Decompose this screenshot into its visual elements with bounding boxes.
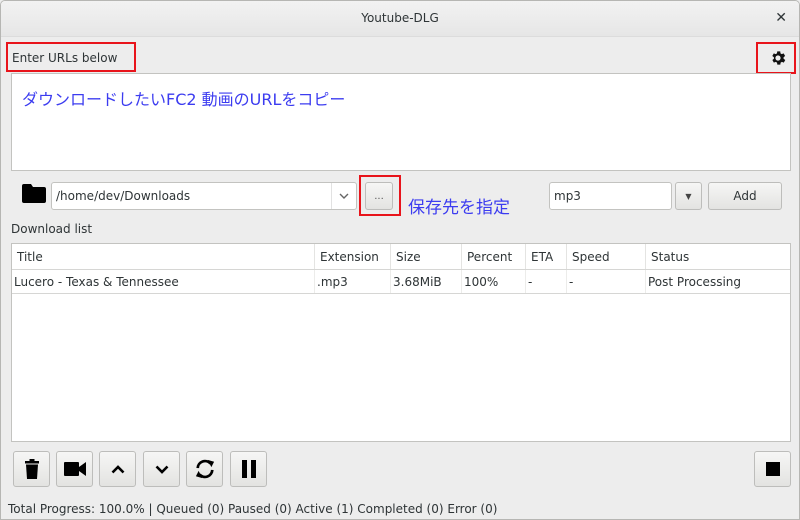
move-up-button[interactable] bbox=[99, 451, 136, 487]
trash-icon bbox=[24, 459, 39, 479]
cell-speed: - bbox=[567, 270, 646, 293]
caret-down-icon: ▼ bbox=[685, 191, 692, 201]
format-value: mp3 bbox=[554, 189, 581, 203]
download-path-combo[interactable]: /home/dev/Downloads bbox=[51, 182, 357, 210]
url-input-area[interactable]: ダウンロードしたいFC2 動画のURLをコピー bbox=[11, 73, 791, 171]
download-path-value: /home/dev/Downloads bbox=[56, 189, 191, 203]
app-window: Youtube-DLG ✕ Enter URLs below ダウンロードしたい… bbox=[0, 0, 800, 520]
stop-icon bbox=[765, 462, 780, 476]
cell-size: 3.68MiB bbox=[391, 270, 462, 293]
move-down-button[interactable] bbox=[143, 451, 180, 487]
folder-icon bbox=[22, 184, 46, 203]
chevron-down-icon[interactable] bbox=[331, 183, 356, 209]
video-camera-icon bbox=[63, 462, 86, 476]
cell-status: Post Processing bbox=[648, 274, 741, 289]
chevron-down-icon bbox=[155, 465, 168, 474]
chevron-up-icon bbox=[111, 464, 124, 473]
column-header-status[interactable]: Status bbox=[646, 244, 790, 269]
play-video-button[interactable] bbox=[56, 451, 93, 487]
add-button[interactable]: Add bbox=[708, 182, 782, 210]
window-title: Youtube-DLG bbox=[361, 11, 439, 25]
cell-percent: 100% bbox=[462, 270, 526, 293]
column-header-percent[interactable]: Percent bbox=[462, 244, 526, 269]
pause-button[interactable] bbox=[230, 451, 267, 487]
annotation-box-settings bbox=[756, 42, 796, 74]
column-header-eta[interactable]: ETA bbox=[526, 244, 567, 269]
close-button[interactable]: ✕ bbox=[775, 10, 787, 26]
cell-extension: .mp3 bbox=[315, 270, 391, 293]
status-bar: Total Progress: 100.0% | Queued (0) Paus… bbox=[8, 502, 498, 516]
column-header-speed[interactable]: Speed bbox=[567, 244, 646, 269]
annotation-box-url-label bbox=[6, 42, 136, 72]
format-dropdown-button[interactable]: ▼ bbox=[675, 182, 702, 210]
title-bar: Youtube-DLG ✕ bbox=[1, 1, 799, 37]
table-header: Title Extension Size Percent ETA Speed S… bbox=[12, 244, 790, 270]
download-list-table[interactable]: Title Extension Size Percent ETA Speed S… bbox=[11, 243, 791, 442]
annotation-note: 保存先を指定 bbox=[408, 198, 510, 218]
column-header-size[interactable]: Size bbox=[391, 244, 462, 269]
cell-title: Lucero - Texas & Tennessee bbox=[12, 270, 315, 293]
refresh-icon bbox=[195, 459, 214, 479]
close-icon: ✕ bbox=[775, 10, 787, 26]
column-header-extension[interactable]: Extension bbox=[315, 244, 391, 269]
column-header-title[interactable]: Title bbox=[12, 244, 315, 269]
format-combo[interactable]: mp3 bbox=[549, 182, 672, 210]
add-label: Add bbox=[733, 189, 757, 203]
reload-button[interactable] bbox=[186, 451, 223, 487]
delete-button[interactable] bbox=[13, 451, 50, 487]
cell-eta: - bbox=[526, 270, 567, 293]
table-row[interactable]: Lucero - Texas & Tennessee .mp3 3.68MiB … bbox=[12, 270, 790, 294]
url-input-text: ダウンロードしたいFC2 動画のURLをコピー bbox=[22, 90, 346, 109]
download-list-label: Download list bbox=[11, 222, 93, 236]
stop-button[interactable] bbox=[754, 451, 791, 487]
annotation-box-browse bbox=[359, 175, 401, 216]
pause-icon bbox=[241, 460, 256, 478]
